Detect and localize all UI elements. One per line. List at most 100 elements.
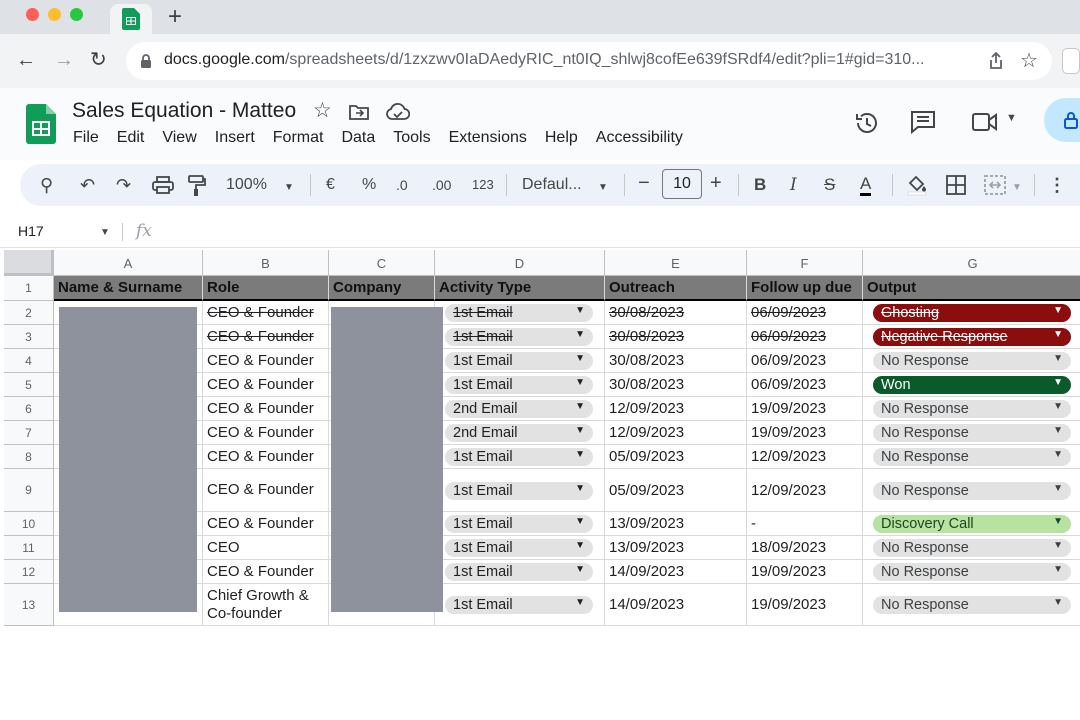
column-title[interactable]: Activity Type — [435, 276, 605, 301]
increase-decimal-button[interactable]: .00 — [432, 174, 451, 196]
dropdown-caret-icon[interactable]: ▼ — [1053, 540, 1063, 551]
cloud-saved-icon[interactable] — [386, 103, 410, 121]
activity-type-dropdown[interactable]: 1st Email ▼ — [445, 328, 593, 346]
select-all-corner[interactable] — [4, 250, 54, 276]
dropdown-caret-icon[interactable]: ▼ — [1053, 483, 1063, 494]
merge-chevron-icon[interactable]: ▼ — [1012, 177, 1022, 199]
row-header-3[interactable]: 3 — [4, 325, 54, 349]
dropdown-caret-icon[interactable]: ▼ — [1053, 564, 1063, 575]
dropdown-caret-icon[interactable]: ▼ — [1053, 305, 1063, 316]
bold-button[interactable]: B — [754, 174, 766, 196]
outreach-date-cell[interactable]: 05/09/2023 — [605, 469, 747, 512]
dropdown-caret-icon[interactable]: ▼ — [575, 483, 585, 494]
borders-icon[interactable] — [946, 175, 966, 195]
print-icon[interactable] — [152, 176, 174, 194]
row-header-12[interactable]: 12 — [4, 560, 54, 584]
version-history-icon[interactable] — [854, 110, 880, 136]
name-box-chevron-icon[interactable]: ▼ — [100, 227, 110, 238]
more-formats-button[interactable]: 123 — [472, 174, 494, 196]
column-header-d[interactable]: D — [435, 250, 605, 276]
activity-type-dropdown[interactable]: 1st Email ▼ — [445, 596, 593, 614]
zoom-chevron-icon[interactable]: ▼ — [284, 177, 294, 199]
row-header-11[interactable]: 11 — [4, 536, 54, 560]
role-cell[interactable]: CEO & Founder — [203, 512, 329, 536]
activity-type-dropdown[interactable]: 2nd Email ▼ — [445, 424, 593, 442]
zoom-select[interactable]: 100% — [226, 174, 267, 196]
outreach-date-cell[interactable]: 30/08/2023 — [605, 373, 747, 397]
role-cell[interactable]: CEO & Founder — [203, 469, 329, 512]
reload-icon[interactable]: ↻ — [90, 48, 107, 72]
role-cell[interactable]: CEO & Founder — [203, 349, 329, 373]
outreach-date-cell[interactable]: 12/09/2023 — [605, 421, 747, 445]
row-header-2[interactable]: 2 — [4, 301, 54, 325]
row-header-4[interactable]: 4 — [4, 349, 54, 373]
row-header-6[interactable]: 6 — [4, 397, 54, 421]
column-title[interactable]: Follow up due — [747, 276, 863, 301]
dropdown-caret-icon[interactable]: ▼ — [1053, 516, 1063, 527]
strikethrough-button[interactable]: S — [824, 174, 835, 196]
follow-up-date-cell[interactable]: 19/09/2023 — [747, 397, 863, 421]
row-header-10[interactable]: 10 — [4, 512, 54, 536]
role-cell[interactable]: CEO & Founder — [203, 397, 329, 421]
italic-button[interactable]: I — [790, 174, 797, 196]
browser-tab[interactable] — [110, 4, 152, 34]
text-color-button[interactable]: A — [860, 174, 872, 196]
follow-up-date-cell[interactable]: 12/09/2023 — [747, 469, 863, 512]
font-select[interactable]: Defaul... — [522, 174, 582, 196]
new-tab-button[interactable]: + — [168, 4, 182, 30]
move-folder-icon[interactable] — [349, 103, 369, 121]
column-header-a[interactable]: A — [54, 250, 203, 276]
role-cell[interactable]: CEO & Founder — [203, 373, 329, 397]
dropdown-caret-icon[interactable]: ▼ — [575, 597, 585, 608]
dropdown-caret-icon[interactable]: ▼ — [1053, 425, 1063, 436]
follow-up-date-cell[interactable]: - — [747, 512, 863, 536]
menu-extensions[interactable]: Extensions — [449, 129, 527, 147]
dropdown-caret-icon[interactable]: ▼ — [575, 329, 585, 340]
activity-type-dropdown[interactable]: 1st Email ▼ — [445, 376, 593, 394]
row-header-5[interactable]: 5 — [4, 373, 54, 397]
sheets-logo-icon[interactable] — [26, 104, 56, 144]
output-status-dropdown[interactable]: Negative Response ▼ — [873, 328, 1071, 346]
redo-icon[interactable]: ↷ — [116, 174, 131, 196]
bookmark-star-icon[interactable]: ☆ — [1020, 48, 1038, 73]
activity-type-dropdown[interactable]: 1st Email ▼ — [445, 352, 593, 370]
output-status-dropdown[interactable]: Won ▼ — [873, 376, 1071, 394]
role-cell[interactable]: CEO & Founder — [203, 301, 329, 325]
follow-up-date-cell[interactable]: 06/09/2023 — [747, 373, 863, 397]
output-status-dropdown[interactable]: Discovery Call ▼ — [873, 515, 1071, 533]
decrease-font-size-button[interactable]: − — [638, 172, 650, 194]
back-arrow-icon[interactable]: ← — [16, 48, 36, 72]
close-window-icon[interactable] — [26, 8, 39, 21]
outreach-date-cell[interactable]: 13/09/2023 — [605, 536, 747, 560]
outreach-date-cell[interactable]: 30/08/2023 — [605, 349, 747, 373]
column-title[interactable]: Outreach — [605, 276, 747, 301]
dropdown-caret-icon[interactable]: ▼ — [575, 353, 585, 364]
output-status-dropdown[interactable]: No Response ▼ — [873, 424, 1071, 442]
dropdown-caret-icon[interactable]: ▼ — [575, 516, 585, 527]
forward-arrow-icon[interactable]: → — [54, 48, 74, 72]
undo-icon[interactable]: ↶ — [80, 174, 95, 196]
dropdown-caret-icon[interactable]: ▼ — [1053, 353, 1063, 364]
menu-insert[interactable]: Insert — [215, 129, 255, 147]
outreach-date-cell[interactable]: 05/09/2023 — [605, 445, 747, 469]
column-header-f[interactable]: F — [747, 250, 863, 276]
role-cell[interactable]: CEO & Founder — [203, 560, 329, 584]
role-cell[interactable]: CEO & Founder — [203, 325, 329, 349]
document-title[interactable]: Sales Equation - Matteo — [72, 99, 296, 123]
row-header-13[interactable]: 13 — [4, 584, 54, 626]
maximize-window-icon[interactable] — [70, 8, 83, 21]
row-header-9[interactable]: 9 — [4, 469, 54, 512]
outreach-date-cell[interactable]: 30/08/2023 — [605, 325, 747, 349]
outreach-date-cell[interactable]: 13/09/2023 — [605, 512, 747, 536]
column-header-b[interactable]: B — [203, 250, 329, 276]
dropdown-caret-icon[interactable]: ▼ — [575, 540, 585, 551]
outreach-date-cell[interactable]: 30/08/2023 — [605, 301, 747, 325]
column-title[interactable]: Output — [863, 276, 1080, 301]
output-status-dropdown[interactable]: No Response ▼ — [873, 563, 1071, 581]
dropdown-caret-icon[interactable]: ▼ — [575, 564, 585, 575]
follow-up-date-cell[interactable]: 06/09/2023 — [747, 301, 863, 325]
follow-up-date-cell[interactable]: 19/09/2023 — [747, 584, 863, 626]
activity-type-dropdown[interactable]: 2nd Email ▼ — [445, 400, 593, 418]
name-box[interactable]: H17 — [18, 223, 44, 239]
menu-file[interactable]: File — [73, 129, 99, 147]
